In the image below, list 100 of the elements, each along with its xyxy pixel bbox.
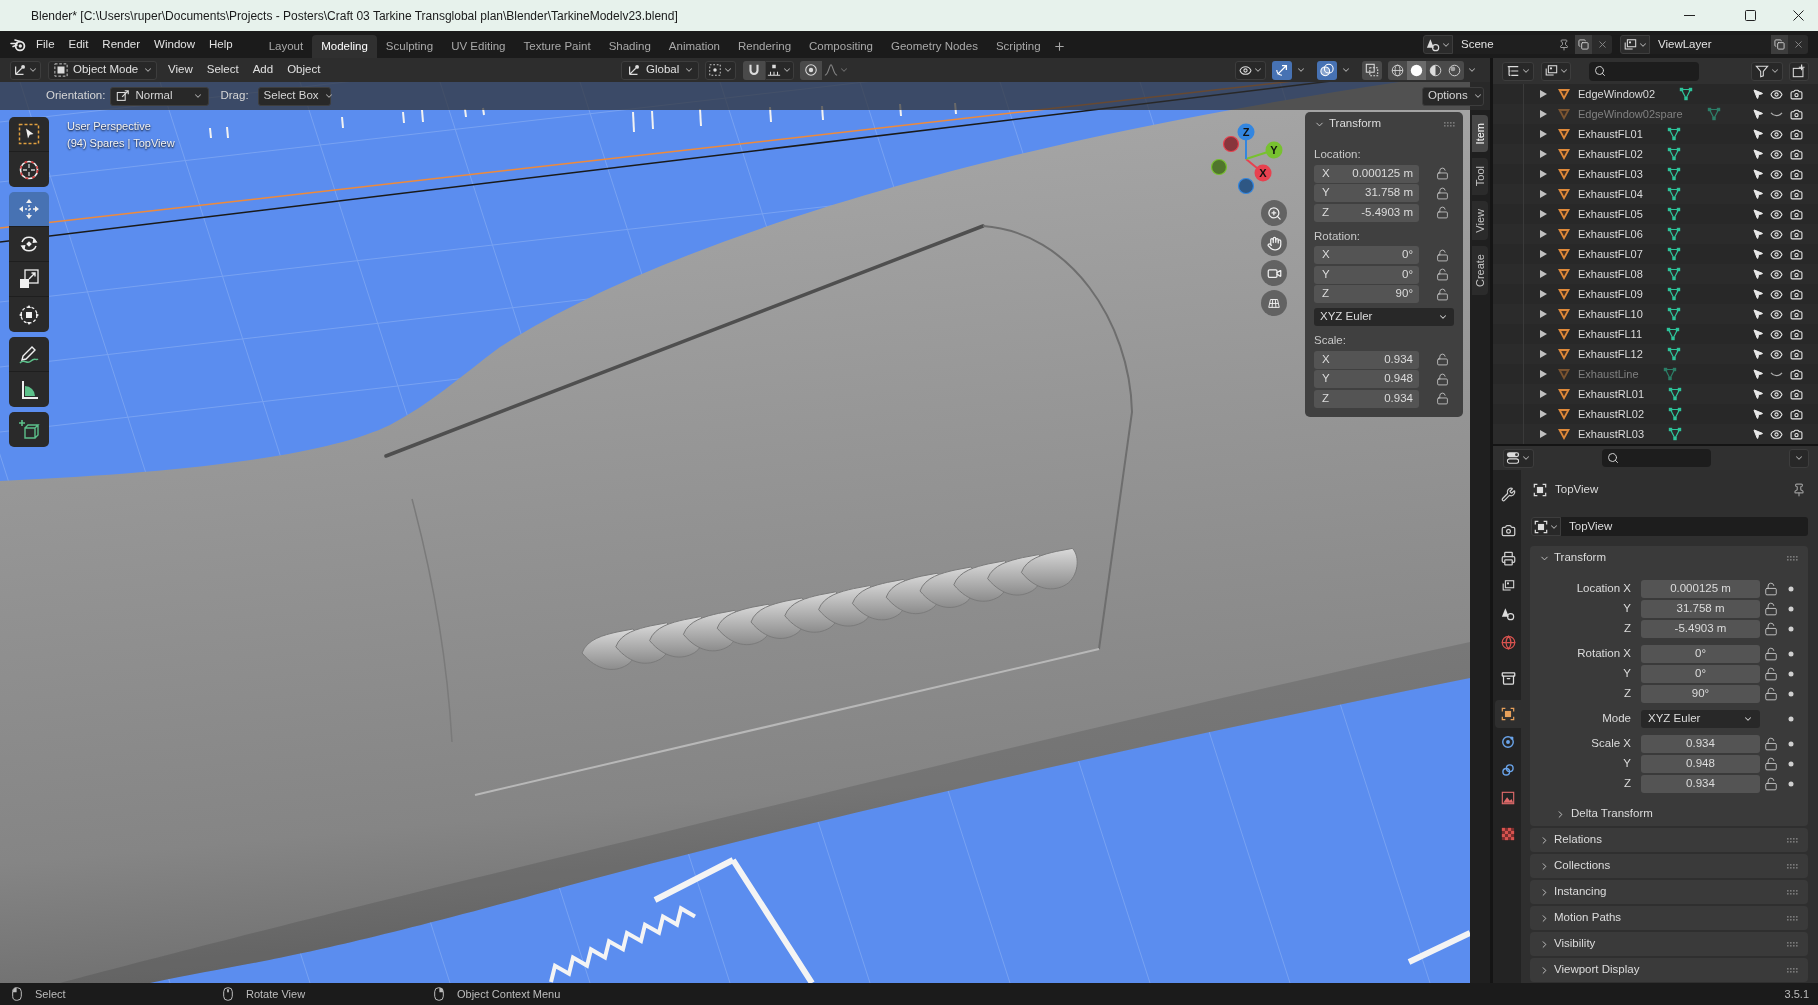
pin-icon[interactable] (1558, 38, 1570, 51)
dot-icon[interactable] (1788, 716, 1794, 722)
collapsed-triangle-icon[interactable] (1540, 410, 1547, 418)
pointer-arrow-icon[interactable] (1752, 108, 1764, 120)
scene-name-field[interactable]: Scene (1453, 35, 1575, 54)
workspace-tab[interactable]: Animation (659, 35, 729, 58)
number-field[interactable]: 0.948 (1641, 755, 1760, 773)
orientation-dropdown[interactable]: Global (621, 60, 699, 80)
vertex-triangle-icon[interactable] (1666, 167, 1681, 181)
collapsed-triangle-icon[interactable] (1540, 230, 1547, 238)
menu-item[interactable]: Add (245, 60, 281, 80)
open-lock-icon[interactable] (1764, 757, 1778, 771)
collapsed-triangle-icon[interactable] (1540, 250, 1547, 258)
camera-icon[interactable] (1790, 387, 1803, 401)
pin-icon[interactable] (1792, 483, 1806, 497)
vertex-triangle-icon[interactable] (1666, 247, 1681, 261)
camera-icon[interactable] (1790, 287, 1803, 301)
copy-button[interactable] (1771, 35, 1788, 54)
open-lock-icon[interactable] (1764, 667, 1778, 681)
drag-handle-icon[interactable] (1787, 837, 1798, 843)
camera-icon[interactable] (1790, 127, 1803, 141)
axis-ball[interactable] (1237, 123, 1255, 141)
pointer-arrow-icon[interactable] (1752, 88, 1764, 100)
open-lock-icon[interactable] (1436, 372, 1449, 386)
number-field[interactable]: -5.4903 m (1641, 620, 1760, 638)
vertex-triangle-icon[interactable] (1666, 227, 1681, 241)
pointer-arrow-icon[interactable] (1752, 328, 1764, 340)
drag-handle-icon[interactable] (1787, 915, 1798, 921)
dot-icon[interactable] (1788, 691, 1794, 697)
camera-icon[interactable] (1790, 187, 1803, 201)
pointer-arrow-icon[interactable] (1752, 168, 1764, 180)
shading-mode-button[interactable] (1407, 60, 1426, 80)
axis-ball[interactable] (1265, 141, 1283, 159)
shading-mode-button[interactable] (1426, 60, 1445, 80)
open-lock-icon[interactable] (1436, 206, 1449, 219)
camera-icon[interactable] (1790, 267, 1803, 281)
camera-icon[interactable] (1790, 407, 1803, 421)
eye-icon[interactable] (1770, 127, 1783, 141)
tool-button[interactable] (9, 337, 49, 372)
eye-icon[interactable] (1770, 287, 1783, 301)
collapsed-triangle-icon[interactable] (1540, 430, 1547, 438)
vertex-triangle-icon[interactable] (1666, 327, 1680, 341)
vertex-triangle-icon[interactable] (1666, 187, 1681, 201)
collapsed-triangle-icon[interactable] (1540, 190, 1547, 198)
number-field[interactable]: Z -5.4903 m (1314, 203, 1419, 222)
camera-icon[interactable] (1790, 87, 1803, 101)
workspace-tab[interactable]: Shading (599, 35, 660, 58)
dot-icon[interactable] (1788, 671, 1794, 677)
open-lock-icon[interactable] (1436, 392, 1449, 405)
name-field[interactable]: TopView (1561, 517, 1808, 536)
eye-icon[interactable] (1770, 387, 1783, 401)
eye-icon[interactable] (1770, 187, 1783, 201)
number-field[interactable]: Z 0.934 (1314, 389, 1419, 408)
unlink-button[interactable] (1592, 35, 1612, 54)
filter-dropdown[interactable] (1751, 61, 1783, 81)
eye-icon[interactable] (1770, 167, 1783, 181)
collapsed-triangle-icon[interactable] (1540, 150, 1547, 158)
menu-item[interactable]: Object (280, 60, 328, 80)
tool-button[interactable] (9, 192, 49, 227)
unlink-button[interactable] (1788, 35, 1808, 54)
vertex-triangle-icon[interactable] (1666, 307, 1681, 321)
eye-icon[interactable] (1770, 407, 1783, 421)
vertex-triangle-icon[interactable] (1668, 387, 1683, 401)
dot-icon[interactable] (1788, 741, 1794, 747)
eye-icon[interactable] (1770, 347, 1783, 361)
eye-icon[interactable] (1770, 87, 1783, 101)
view-layer-filter-dropdown[interactable] (1541, 61, 1571, 81)
open-lock-icon[interactable] (1764, 777, 1778, 791)
camera-icon[interactable] (1790, 347, 1803, 361)
data-type-dropdown[interactable] (1531, 517, 1561, 536)
tool-button[interactable] (9, 297, 49, 332)
vertex-triangle-icon[interactable] (1666, 347, 1681, 361)
vertex-triangle-icon[interactable] (1666, 147, 1681, 161)
shading-mode-button[interactable] (1445, 60, 1464, 80)
pointer-arrow-icon[interactable] (1752, 268, 1764, 280)
number-field[interactable]: X 0.934 (1314, 350, 1419, 369)
camera-icon[interactable] (1790, 147, 1803, 161)
overlay-toggle[interactable] (1317, 60, 1337, 80)
collapsed-triangle-icon[interactable] (1540, 270, 1547, 278)
camera-icon[interactable] (1790, 167, 1803, 181)
number-field[interactable]: 31.758 m (1641, 600, 1760, 618)
dot-icon[interactable] (1788, 651, 1794, 657)
sidebar-tab[interactable]: View (1472, 200, 1488, 241)
number-field[interactable]: 0.934 (1641, 735, 1760, 753)
open-lock-icon[interactable] (1436, 167, 1449, 180)
camera-icon[interactable] (1790, 427, 1803, 441)
axis-ball[interactable] (1254, 164, 1272, 182)
vertex-triangle-icon[interactable] (1666, 207, 1681, 221)
pointer-arrow-icon[interactable] (1752, 248, 1764, 260)
sidebar-tab[interactable]: Item (1472, 115, 1488, 153)
drag-handle-icon[interactable] (1787, 967, 1798, 973)
drag-handle-icon[interactable] (1444, 121, 1455, 127)
workspace-tab[interactable]: Modeling (312, 35, 377, 58)
tool-button[interactable] (9, 262, 49, 297)
pointer-arrow-icon[interactable] (1752, 348, 1764, 360)
camera-icon[interactable] (1790, 107, 1803, 121)
camera-icon[interactable] (1790, 227, 1803, 241)
mode-dropdown[interactable]: Object Mode (48, 60, 157, 80)
pointer-arrow-icon[interactable] (1752, 428, 1764, 440)
editor-type-button[interactable] (10, 60, 41, 80)
